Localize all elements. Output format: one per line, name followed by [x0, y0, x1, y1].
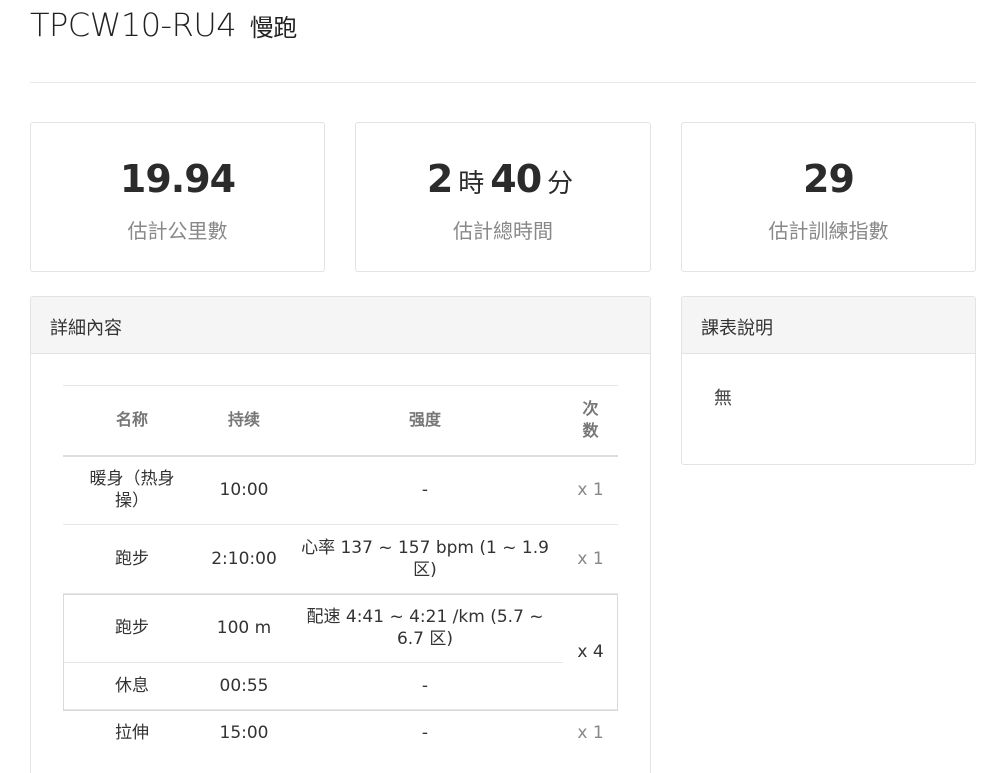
step-count: x 1: [563, 709, 618, 757]
workout-code: TPCW10-RU4: [30, 6, 237, 44]
details-panel-title: 詳細內容: [31, 297, 650, 354]
step-count: x 1: [563, 524, 618, 594]
table-row: 休息 00:55 -: [63, 662, 618, 710]
duration-minutes-unit: 分: [547, 169, 574, 199]
training-index-value: 29: [803, 157, 855, 201]
table-row: 跑步 100 m 配速 4:41 ~ 4:21 /km (5.7 ~ 6.7 区…: [63, 593, 618, 710]
table-header-row: 名称 持续 强度 次数: [63, 385, 618, 457]
table-row: 拉伸 15:00 - x 1: [63, 709, 618, 757]
step-duration: 10:00: [201, 455, 287, 525]
step-intensity: -: [287, 455, 563, 525]
duration-hours: 2: [426, 157, 453, 201]
distance-value: 19.94: [119, 157, 236, 201]
col-intensity: 强度: [287, 385, 563, 457]
step-name: 跑步: [63, 593, 201, 663]
step-intensity: 配速 4:41 ~ 4:21 /km (5.7 ~ 6.7 区): [287, 593, 563, 663]
step-name: 暖身（热身操）: [63, 455, 201, 525]
col-count: 次数: [563, 385, 618, 457]
distance-label: 估計公里數: [127, 219, 228, 243]
description-text: 無: [714, 388, 732, 409]
duration-minutes: 40: [490, 157, 542, 201]
step-duration: 100 m: [201, 593, 287, 663]
step-count: x 1: [563, 455, 618, 525]
workout-type: 慢跑: [249, 14, 298, 42]
duration-value: 2 時 40 分: [356, 157, 650, 201]
steps-table: 名称 持续 强度 次数 暖身（热身操） 10:00 - x 1 跑步 2:10:…: [63, 385, 618, 757]
details-panel: 詳細內容 名称 持续 强度 次数 暖身（热身操） 10:00 - x 1 跑步 …: [30, 296, 651, 773]
table-row: 跑步 2:10:00 心率 137 ~ 157 bpm (1 ~ 1.9 区) …: [63, 524, 618, 594]
step-duration: 00:55: [201, 662, 287, 710]
duration-hours-unit: 時: [458, 169, 485, 199]
training-index-label: 估計訓練指數: [768, 219, 889, 243]
table-row: 暖身（热身操） 10:00 - x 1: [63, 455, 618, 525]
step-intensity: -: [287, 662, 563, 710]
step-name: 跑步: [63, 524, 201, 594]
step-name: 拉伸: [63, 709, 201, 757]
step-name: 休息: [63, 662, 201, 710]
step-intensity: -: [287, 709, 563, 757]
step-duration: 15:00: [201, 709, 287, 757]
step-duration: 2:10:00: [201, 524, 287, 594]
stat-card-duration: 2 時 40 分 估計總時間: [355, 122, 651, 272]
description-panel: 課表說明 無: [681, 296, 976, 465]
stat-card-training-index: 29 估計訓練指數: [681, 122, 976, 272]
step-group-count: x 4: [563, 593, 618, 710]
stat-card-distance: 19.94 估計公里數: [30, 122, 325, 272]
description-panel-title: 課表說明: [682, 297, 975, 354]
col-duration: 持续: [201, 385, 287, 457]
duration-label: 估計總時間: [453, 219, 553, 243]
title-divider: [30, 82, 976, 83]
page-title: TPCW10-RU4 慢跑: [30, 6, 297, 44]
col-name: 名称: [63, 385, 201, 457]
step-intensity: 心率 137 ~ 157 bpm (1 ~ 1.9 区): [287, 524, 563, 594]
